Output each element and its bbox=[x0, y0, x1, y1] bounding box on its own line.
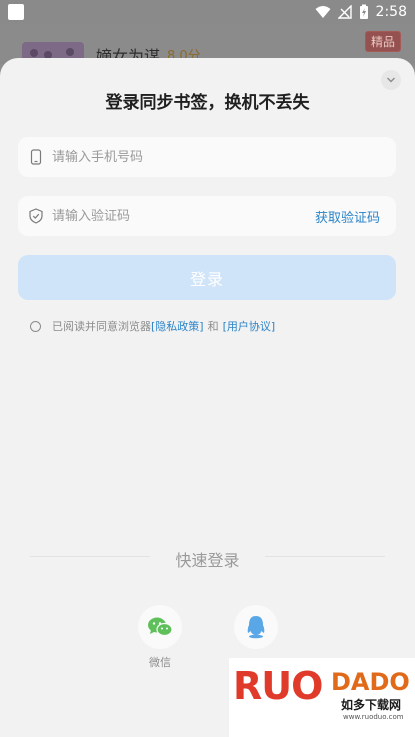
login-title: 登录同步书签，换机不丢失 bbox=[105, 93, 310, 113]
agreement-and: 和 bbox=[207, 320, 219, 333]
agreement-row: 已阅读并同意浏览器 [隐私政策] 和 [用户协议] bbox=[30, 318, 275, 334]
watermark-brand: RUO bbox=[233, 664, 323, 708]
phone-input[interactable] bbox=[52, 137, 312, 177]
quick-login-title: 快速登录 bbox=[175, 551, 240, 570]
get-code-button[interactable]: 获取验证码 bbox=[315, 207, 380, 226]
verification-code-input[interactable] bbox=[52, 196, 312, 236]
agree-radio[interactable] bbox=[30, 320, 41, 332]
user-agreement-link[interactable]: [用户协议] bbox=[223, 318, 276, 334]
app-notification-icon bbox=[8, 4, 24, 20]
no-signal-icon bbox=[337, 5, 352, 19]
phone-icon bbox=[30, 149, 42, 165]
agreement-prefix: 已阅读并同意浏览器 bbox=[52, 320, 151, 333]
wechat-label: 微信 bbox=[149, 656, 171, 669]
divider-right bbox=[265, 556, 385, 557]
chevron-down-icon bbox=[387, 77, 395, 83]
status-icons: 2:58 bbox=[315, 3, 407, 21]
phone-field bbox=[18, 137, 396, 177]
code-field: 获取验证码 bbox=[18, 196, 396, 236]
login-button[interactable]: 登录 bbox=[18, 255, 396, 300]
watermark-site-name: 如多下载网 bbox=[341, 698, 402, 712]
shield-check-icon bbox=[29, 208, 43, 224]
wechat-login-button[interactable] bbox=[138, 605, 182, 649]
qq-login-button[interactable] bbox=[234, 605, 278, 649]
status-time: 2:58 bbox=[375, 4, 407, 20]
collapse-button[interactable] bbox=[381, 70, 401, 90]
quality-badge: 精品 bbox=[364, 31, 401, 52]
watermark-url: www.ruoduo.com bbox=[343, 713, 404, 721]
watermark-brand-2: DADO bbox=[331, 668, 410, 696]
privacy-policy-link[interactable]: [隐私政策] bbox=[151, 318, 204, 334]
battery-charging-icon bbox=[359, 4, 368, 19]
qq-icon bbox=[247, 616, 265, 639]
wifi-icon bbox=[315, 6, 331, 18]
status-bar: 2:58 bbox=[0, 0, 415, 24]
wechat-icon bbox=[148, 617, 173, 637]
watermark-logo: RUO DADO 如多下载网 www.ruoduo.com bbox=[229, 658, 415, 737]
login-sheet: 登录同步书签，换机不丢失 获取验证码 登录 已阅读并同意浏览器 [隐私政策] 和… bbox=[0, 58, 415, 737]
